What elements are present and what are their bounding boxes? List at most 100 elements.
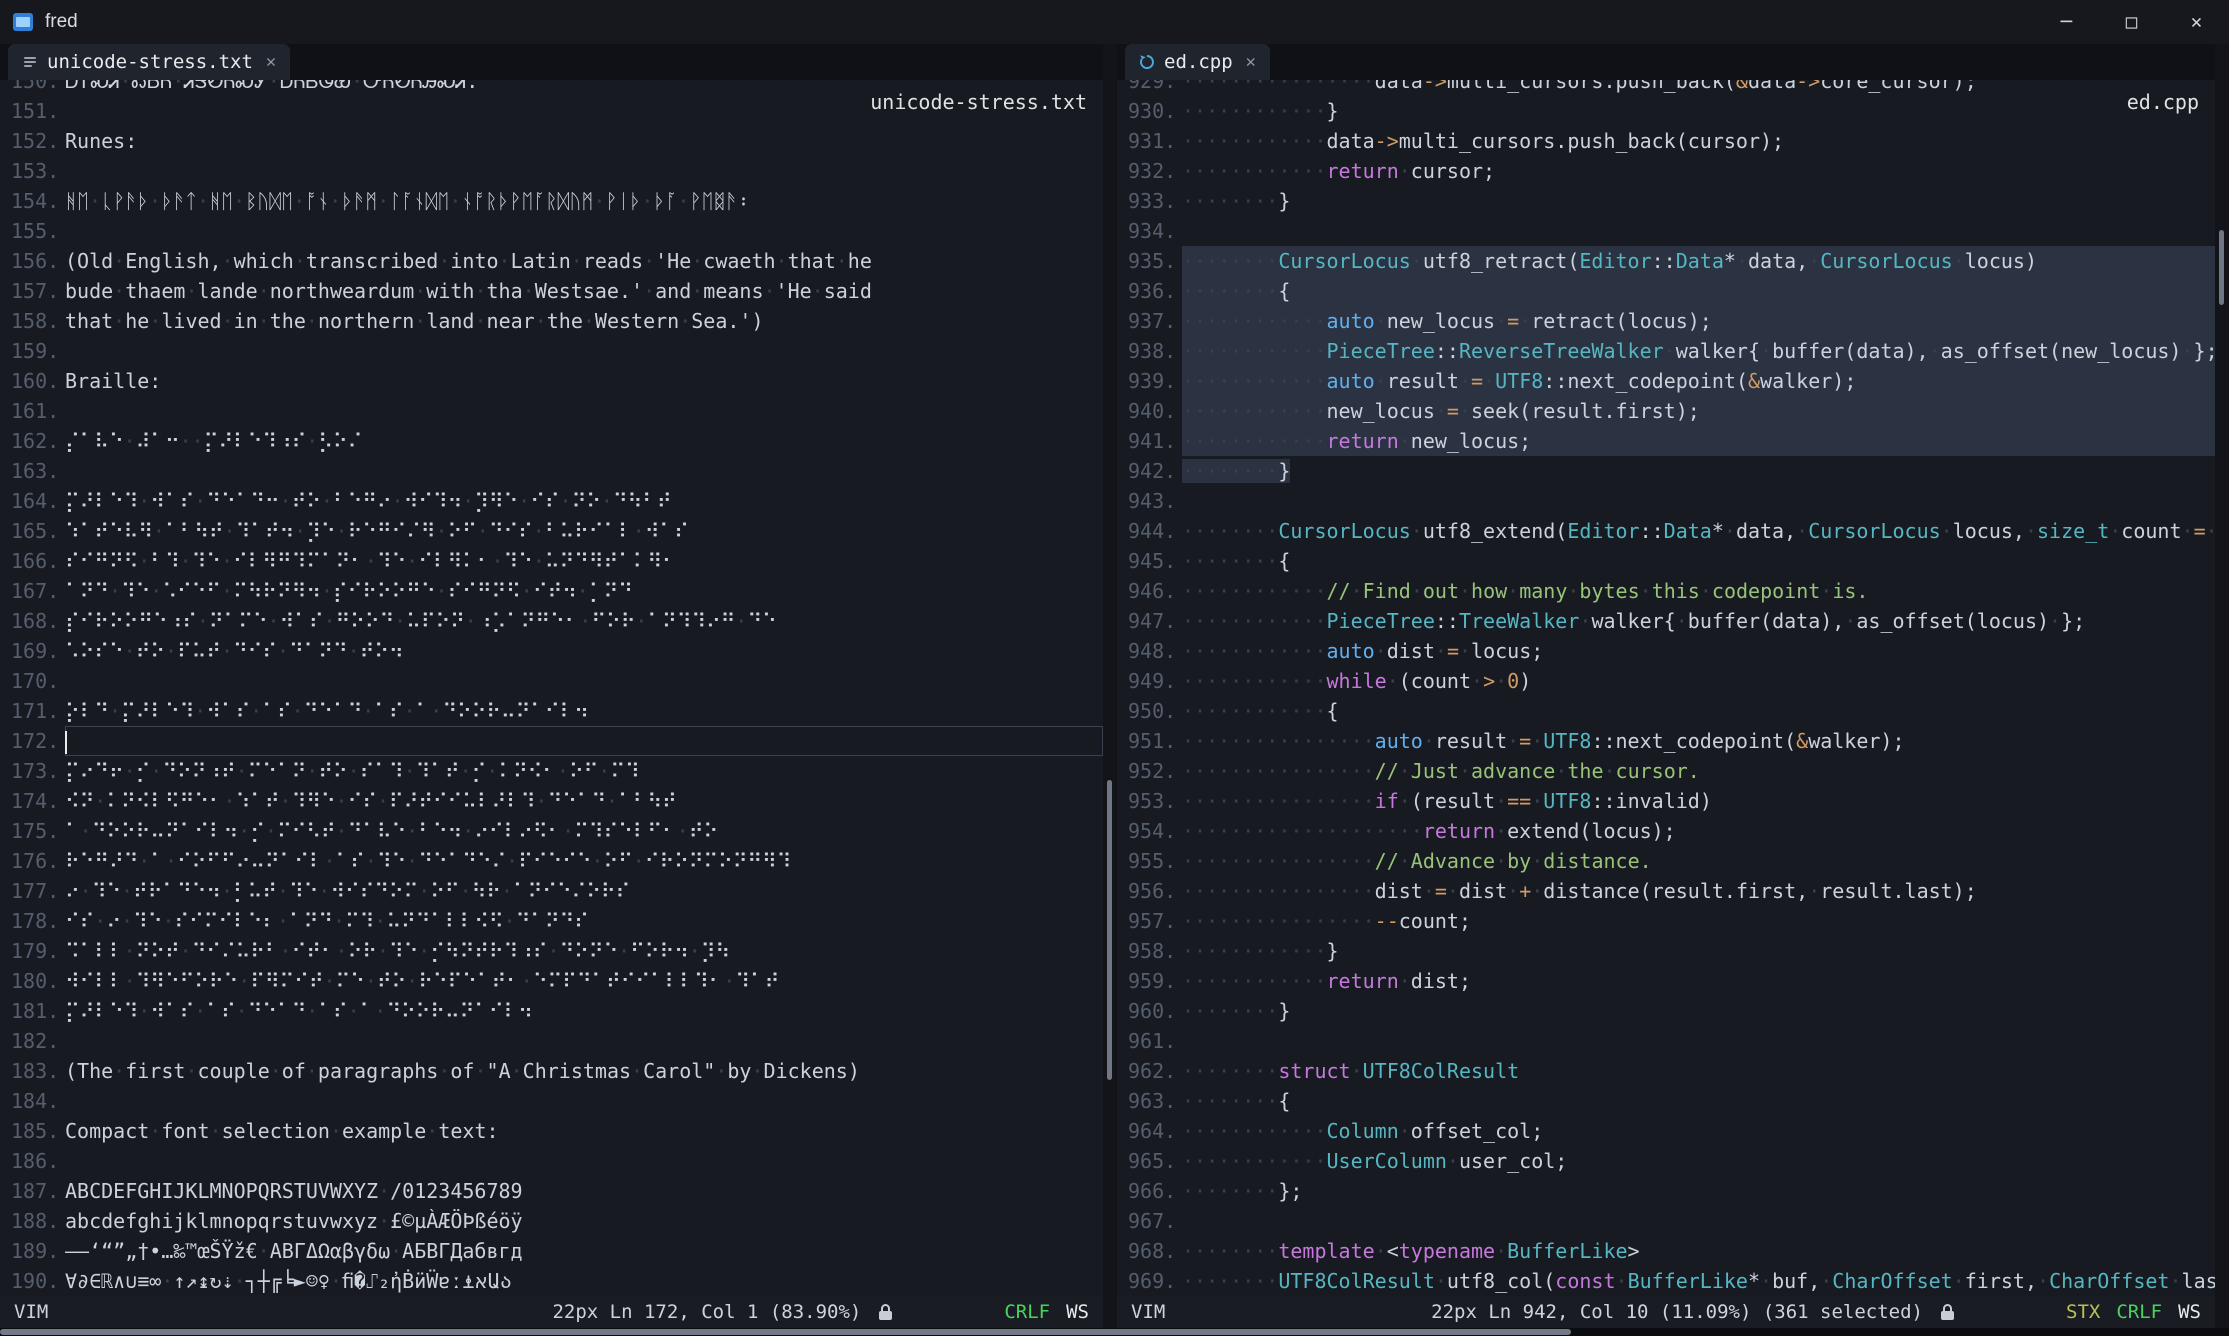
code-line[interactable]: 185.Compact·font·selection·example·text: [0,1116,1103,1146]
code-line[interactable]: 931.············data->multi_cursors.push… [1117,126,2215,156]
line-content: ················auto·result·=·UTF8::next… [1182,726,2215,756]
line-number: 163. [0,456,65,486]
selection-highlight: ········} [1182,459,1290,483]
code-line[interactable]: 962.········struct·UTF8ColResult [1117,1056,2215,1086]
code-line[interactable]: 958.············} [1117,936,2215,966]
code-line[interactable]: 181.⡍⠜⠇⠑⠹·⠺⠁⠎·⠁⠎·⠙⠑⠁⠙·⠁⠎·⠁·⠙⠕⠕⠗⠤⠝⠁⠊⠇⠲ [0,996,1103,1026]
code-line[interactable]: 959.············return·dist; [1117,966,2215,996]
code-line[interactable]: 163. [0,456,1103,486]
code-line[interactable]: 173.⡍⠔⠙⠖·⡊·⠙⠕⠝⠰⠞·⠍⠑⠁⠝·⠞⠕·⠎⠁⠹·⠹⠁⠞·⡊·⠅⠝⠪⠂·… [0,756,1103,786]
code-line[interactable]: 182. [0,1026,1103,1056]
code-line[interactable]: 941.············return·new_locus; [1117,426,2215,456]
code-line[interactable]: 159. [0,336,1103,366]
code-line[interactable]: 929.················data->multi_cursors.… [1117,80,2215,96]
horizontal-scrollbar[interactable] [0,1328,2229,1336]
code-line[interactable]: 168.⡎⠊⠗⠕⠕⠛⠑⠰⠎·⠝⠁⠍⠑·⠺⠁⠎·⠛⠕⠕⠙·⠥⠏⠕⠝·⠰⡡⠁⠝⠛⠑⠂… [0,606,1103,636]
left-scrollbar[interactable] [1103,44,1117,1328]
right-scrollbar-thumb[interactable] [2219,230,2224,305]
code-line[interactable]: 184. [0,1086,1103,1116]
right-scrollbar[interactable] [2215,44,2229,1328]
code-line[interactable]: 170. [0,666,1103,696]
code-line[interactable]: 955.················//·Advance·by·distan… [1117,846,2215,876]
code-line[interactable]: 951.················auto·result·=·UTF8::… [1117,726,2215,756]
code-line[interactable]: 189.–—‘“”„†•…‰™œŠŸž€·ΑΒΓΔΩαβγδω·АБВГДабв… [0,1236,1103,1266]
code-line[interactable]: 167.⠁⠝⠙·⠹⠑·⠡⠊⠑⠋·⠍⠳⠗⠝⠻⠲·⡎⠊⠗⠕⠕⠛⠑·⠎⠊⠛⠝⠫·⠊⠞⠲… [0,576,1103,606]
code-line[interactable]: 957.················--count; [1117,906,2215,936]
maximize-button[interactable]: □ [2099,0,2164,44]
code-line[interactable]: 155. [0,216,1103,246]
code-line[interactable]: 164.⡍⠜⠇⠑⠹·⠺⠁⠎·⠙⠑⠁⠙⠒·⠞⠕·⠃⠑⠛⠔·⠺⠊⠹⠲·⡹⠻⠑·⠊⠎·… [0,486,1103,516]
code-line[interactable]: 153. [0,156,1103,186]
code-line[interactable]: 177.⠔·⠹⠑·⠞⠗⠁⠙⠑⠲·⡃⠥⠞·⠹⠑·⠺⠊⠎⠙⠕⠍·⠕⠋·⠳⠗·⠁⠝⠊⠑… [0,876,1103,906]
close-button[interactable]: ✕ [2164,0,2229,44]
horizontal-scrollbar-thumb[interactable] [0,1329,1571,1335]
code-line[interactable]: 960.········} [1117,996,2215,1026]
code-line[interactable]: 175.⠁·⠙⠕⠕⠗⠤⠝⠁⠊⠇⠲·⡊·⠍⠊⠣⠞·⠙⠁⠧⠑·⠃⠑⠲·⠔⠊⠇⠔⠫⠂·… [0,816,1103,846]
tab-unicode-stress-txt[interactable]: unicode-stress.txt ✕ [8,44,290,80]
code-line[interactable]: 157.bude·thaem·lande·northweardum·with·t… [0,276,1103,306]
code-line[interactable]: 945.········{ [1117,546,2215,576]
code-line[interactable]: 953.················if·(result·==·UTF8::… [1117,786,2215,816]
code-line[interactable]: 949.············while·(count·>·0) [1117,666,2215,696]
code-line[interactable]: 932.············return·cursor; [1117,156,2215,186]
code-line[interactable]: 968.········template·<typename·BufferLik… [1117,1236,2215,1266]
code-line[interactable]: 933.········} [1117,186,2215,216]
code-line[interactable]: 186. [0,1146,1103,1176]
minimize-button[interactable]: ─ [2034,0,2099,44]
code-line[interactable]: 152.Runes: [0,126,1103,156]
line-content: ⠎⠊⠛⠝⠫·⠃⠹·⠹⠑·⠊⠇⠻⠛⠹⠍⠁⠝⠂·⠹⠑·⠊⠇⠻⠅⠂·⠹⠑·⠥⠝⠙⠻⠞⠁… [65,546,1103,576]
code-line[interactable]: 935.········CursorLocus·utf8_retract(Edi… [1117,246,2215,276]
code-line[interactable]: 942.········} [1117,456,2215,486]
tab-close-icon[interactable]: ✕ [1246,52,1256,72]
code-line[interactable]: 178.⠊⠎·⠔·⠹⠑·⠎⠊⠍⠊⠇⠑⠆·⠁⠝⠙·⠍⠹·⠥⠝⠙⠁⠇⠇⠪⠫·⠙⠁⠝⠙… [0,906,1103,936]
code-line[interactable]: 967. [1117,1206,2215,1236]
code-line[interactable]: 944.········CursorLocus·utf8_extend(Edit… [1117,516,2215,546]
code-line[interactable]: 954.····················return·extend(lo… [1117,816,2215,846]
code-line[interactable]: 961. [1117,1026,2215,1056]
code-line[interactable]: 187.ABCDEFGHIJKLMNOPQRSTUVWXYZ·/01234567… [0,1176,1103,1206]
code-line[interactable]: 166.⠎⠊⠛⠝⠫·⠃⠹·⠹⠑·⠊⠇⠻⠛⠹⠍⠁⠝⠂·⠹⠑·⠊⠇⠻⠅⠂·⠹⠑·⠥⠝… [0,546,1103,576]
code-line[interactable]: 158.that·he·lived·in·the·northern·land·n… [0,306,1103,336]
code-line[interactable]: 969.········UTF8ColResult·utf8_col(const… [1117,1266,2215,1296]
code-line[interactable]: 188.abcdefghijklmnopqrstuvwxyz·£©µÀÆÖÞßé… [0,1206,1103,1236]
code-line[interactable]: 174.⠪⠝·⠅⠝⠪⠇⠫⠛⠑⠂·⠱⠁⠞·⠹⠻⠑·⠊⠎·⠏⠜⠞⠊⠊⠥⠇⠜⠇⠹·⠙⠑… [0,786,1103,816]
code-line[interactable]: 956.················dist·=·dist·+·distan… [1117,876,2215,906]
code-line[interactable]: 179.⠩⠁⠇⠇·⠝⠕⠞·⠙⠊⠌⠥⠗⠃·⠊⠞⠂·⠕⠗·⠹⠑·⡊⠳⠝⠞⠗⠹⠰⠎·⠙… [0,936,1103,966]
code-line[interactable]: 171.⡕⠇⠙·⡍⠜⠇⠑⠹·⠺⠁⠎·⠁⠎·⠙⠑⠁⠙·⠁⠎·⠁·⠙⠕⠕⠗⠤⠝⠁⠊⠇… [0,696,1103,726]
code-line[interactable]: 169.⠡⠕⠎⠑·⠞⠕·⠏⠥⠞·⠙⠊⠎·⠙⠁⠝⠙·⠞⠕⠲ [0,636,1103,666]
code-line[interactable]: 946.············//·Find·out·how·many·byt… [1117,576,2215,606]
tab-label: ed.cpp [1164,51,1233,73]
code-line[interactable]: 940.············new_locus·=·seek(result.… [1117,396,2215,426]
text-editor-right[interactable]: 929.················data->multi_cursors.… [1117,80,2215,1296]
code-line[interactable]: 947.············PieceTree::TreeWalker·wa… [1117,606,2215,636]
code-line[interactable]: 963.········{ [1117,1086,2215,1116]
code-line[interactable]: 190.∀∂∈ℝ∧∪≡∞·↑↗↨↻⇣·┐┼╔╘►☺♀·ﬁ�⑀₂ἠḂӥẄɐː⍎אԱ… [0,1266,1103,1296]
code-line[interactable]: 154.ᚻᛖ·ᚳᚹᚫᚦ·ᚦᚫᛏ·ᚻᛖ·ᛒᚢᛞᛖ·ᚩᚾ·ᚦᚫᛗ·ᛚᚪᚾᛞᛖ·ᚾᚩᚱ… [0,186,1103,216]
code-line[interactable]: 939.············auto·result·=·UTF8::next… [1117,366,2215,396]
code-line[interactable]: 930.············} [1117,96,2215,126]
code-line[interactable]: 162.⡌⠁⠧⠑·⠼⠁⠒··⡍⠜⠇⠑⠹⠰⠎·⡣⠕⠌ [0,426,1103,456]
code-line[interactable]: 965.············UserColumn·user_col; [1117,1146,2215,1176]
code-line[interactable]: 165.⠱⠁⠞⠑⠧⠻·⠁⠃⠳⠞·⠹⠁⠞⠲·⡹⠑·⠗⠑⠛⠊⠌⠻·⠕⠋·⠙⠊⠎·⠃⠥… [0,516,1103,546]
code-line[interactable]: 948.············auto·dist·=·locus; [1117,636,2215,666]
code-line[interactable]: 938.············PieceTree::ReverseTreeWa… [1117,336,2215,366]
text-editor-left[interactable]: 150.ᎠᎢᏍᏗ·ᎣᏏᏲ·ᏗᎦᏬᏂᏍᎩ·ᎠᏂᏴᏫᏯ·ᎤᏂᏬᏂᎯᏍᏗ.151.15… [0,80,1103,1296]
code-line[interactable]: 937.············auto·new_locus·=·retract… [1117,306,2215,336]
code-line[interactable]: 183.(The·first·couple·of·paragraphs·of·"… [0,1056,1103,1086]
left-scrollbar-thumb[interactable] [1107,780,1112,1080]
code-line[interactable]: 952.················//·Just·advance·the·… [1117,756,2215,786]
code-line[interactable]: 161. [0,396,1103,426]
code-line[interactable]: 943. [1117,486,2215,516]
code-line[interactable]: 934. [1117,216,2215,246]
code-line[interactable]: 950.············{ [1117,696,2215,726]
tab-close-icon[interactable]: ✕ [266,52,276,72]
code-line[interactable]: 176.⠗⠑⠛⠜⠙·⠁·⠊⠕⠋⠋⠔⠤⠝⠁⠊⠇·⠁⠎·⠹⠑·⠙⠑⠁⠙⠑⠌·⠏⠊⠑⠊… [0,846,1103,876]
tab-ed-cpp[interactable]: ed.cpp ✕ [1125,44,1270,80]
code-line[interactable]: 160.Braille: [0,366,1103,396]
code-line[interactable]: 964.············Column·offset_col; [1117,1116,2215,1146]
code-line[interactable]: 936.········{ [1117,276,2215,306]
code-line[interactable]: 172. [0,726,1103,756]
code-line[interactable]: 966.········}; [1117,1176,2215,1206]
code-line[interactable]: 180.⠺⠊⠇⠇·⠹⠻⠑⠋⠕⠗⠑·⠏⠻⠍⠊⠞·⠍⠑·⠞⠕·⠗⠑⠏⠑⠁⠞⠂·⠑⠍⠏… [0,966,1103,996]
code-line[interactable]: 156.(Old·English,·which·transcribed·into… [0,246,1103,276]
